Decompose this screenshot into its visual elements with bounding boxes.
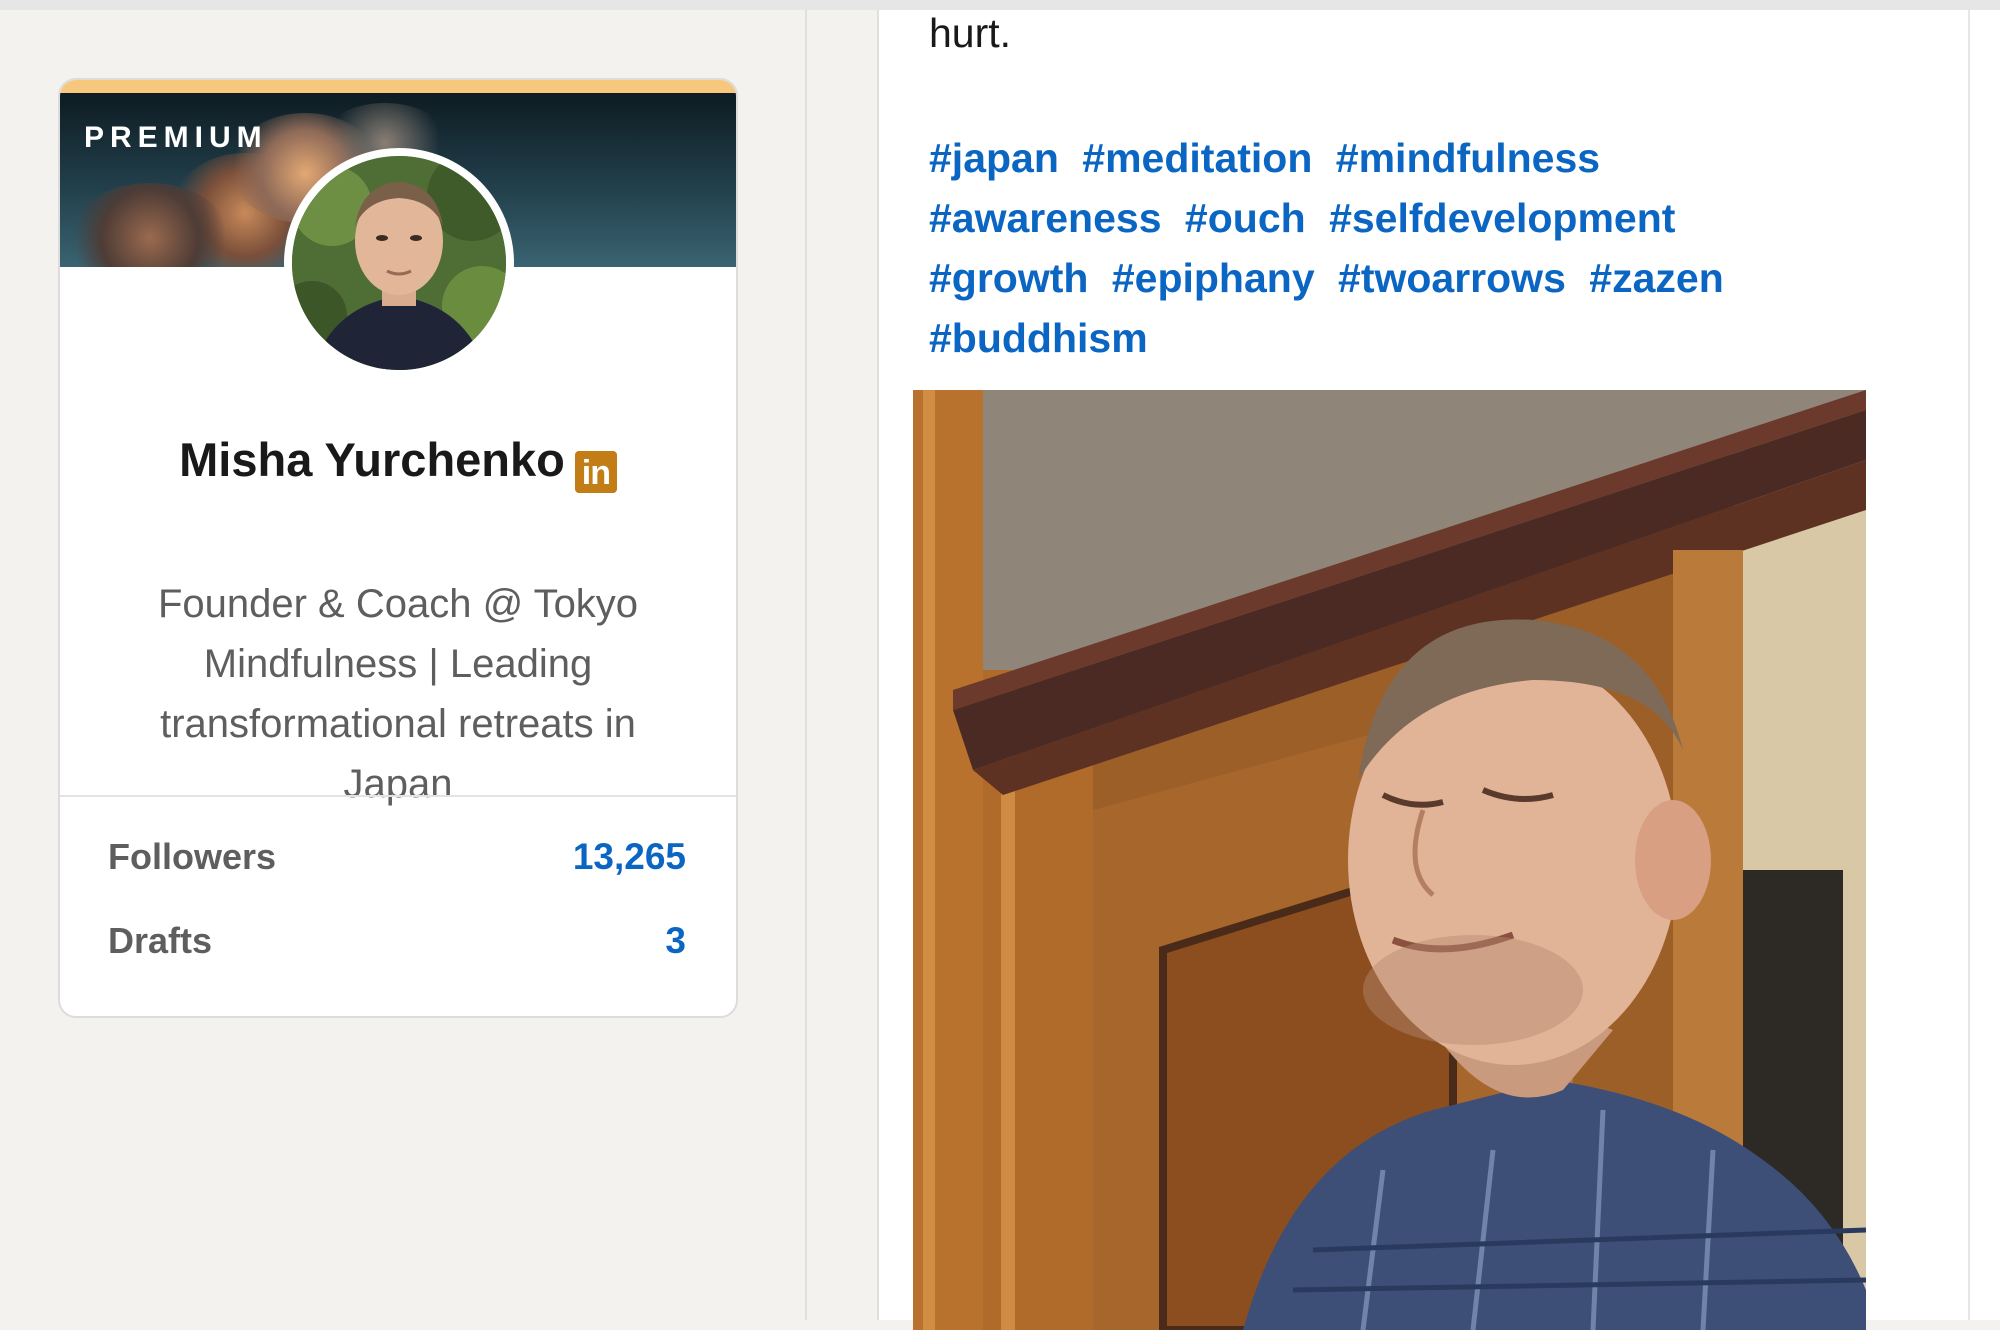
followers-label: Followers [108,836,277,877]
post-text: hurt. [929,10,1012,56]
followers-count[interactable]: 13,265 [573,836,686,878]
hashtag-link[interactable]: #awareness [929,195,1162,241]
premium-label: PREMIUM [84,121,268,154]
profile-name[interactable]: Misha Yurchenko [179,433,565,486]
hashtag-link[interactable]: #twoarrows [1338,255,1566,301]
hashtag-link[interactable]: #mindfulness [1336,135,1600,181]
drafts-count[interactable]: 3 [665,920,686,962]
avatar-frame[interactable] [284,148,514,378]
drafts-row[interactable]: Drafts 3 [108,920,686,970]
hashtag-link[interactable]: #japan [929,135,1059,181]
hashtag-link[interactable]: #buddhism [929,315,1148,361]
hashtag-link[interactable]: #ouch [1185,195,1306,241]
hashtag-link[interactable]: #meditation [1082,135,1312,181]
avatar-photo [292,156,506,370]
post-photo [913,390,1866,1330]
right-panel [1899,10,2000,1320]
post-image[interactable] [913,390,1866,1330]
right-panel-rule [1968,10,1970,1320]
profile-name-row[interactable]: Misha Yurchenko in [60,432,736,493]
post-card: hurt. #japan #meditation #mindfulness #a… [877,10,1899,1330]
profile-card: PREMIUM Misha Yurchenko in Founder & Coac… [58,78,738,1018]
linkedin-premium-icon: in [574,451,617,493]
post-hashtags: #japan #meditation #mindfulness #awarene… [929,128,1789,368]
hashtag-link[interactable]: #epiphany [1112,255,1315,301]
premium-accent-bar [60,80,736,93]
followers-row[interactable]: Followers 13,265 [108,836,686,886]
avatar[interactable] [292,156,506,370]
hashtag-link[interactable]: #selfdevelopment [1329,195,1675,241]
card-divider [60,795,736,797]
hashtag-link[interactable]: #zazen [1589,255,1723,301]
top-border [0,0,2000,10]
profile-headline: Founder & Coach @ Tokyo Mindfulness | Le… [157,582,639,806]
drafts-label: Drafts [108,920,213,961]
hashtag-link[interactable]: #growth [929,255,1088,301]
